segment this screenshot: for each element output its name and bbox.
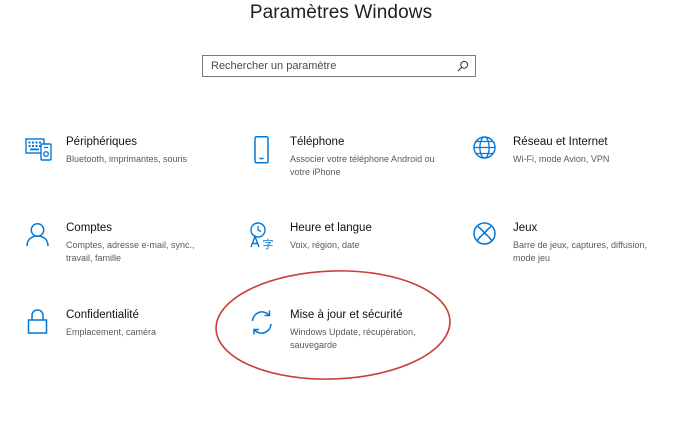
search-input[interactable] (211, 58, 451, 74)
search-icon[interactable] (457, 60, 469, 72)
category-time-language[interactable]: 字 Heure et langue Voix, région, date (249, 222, 439, 282)
category-name: Mise à jour et sécurité (290, 309, 403, 321)
category-phone[interactable]: Téléphone Associer votre téléphone Andro… (249, 136, 439, 196)
page-title: Paramètres Windows (249, 2, 433, 23)
category-description: Associer votre téléphone Android ou votr… (290, 154, 435, 177)
category-accounts[interactable]: Comptes Comptes, adresse e-mail, sync., … (25, 222, 215, 282)
svg-text:字: 字 (263, 237, 274, 251)
category-description: Windows Update, récupération, sauvegarde (290, 327, 416, 350)
category-privacy[interactable]: Confidentialité Emplacement, caméra (25, 309, 215, 369)
category-name: Confidentialité (66, 309, 139, 321)
category-network[interactable]: Réseau et Internet Wi-Fi, mode Avion, VP… (472, 136, 662, 196)
sync-icon (251, 310, 272, 335)
category-description: Emplacement, caméra (66, 327, 157, 337)
category-description: Bluetooth, imprimantes, souris (66, 154, 188, 164)
xbox-icon (473, 222, 496, 245)
category-description: Comptes, adresse e-mail, sync., travail,… (66, 240, 195, 263)
time-language-icon: 字 (250, 222, 274, 251)
search-box[interactable] (202, 55, 476, 77)
category-description: Wi-Fi, mode Avion, VPN (513, 154, 610, 164)
category-update-security[interactable]: Mise à jour et sécurité Windows Update, … (249, 309, 439, 369)
category-name: Réseau et Internet (513, 136, 608, 148)
phone-icon (254, 136, 269, 164)
category-name: Comptes (66, 222, 113, 234)
category-name: Jeux (513, 222, 538, 234)
settings-window: Paramètres Windows Périphériques Bluetoo… (0, 0, 682, 424)
category-description: Voix, région, date (290, 240, 360, 250)
category-description: Barre de jeux, captures, diffusion, mode… (513, 240, 647, 263)
globe-icon (473, 136, 496, 159)
category-gaming[interactable]: Jeux Barre de jeux, captures, diffusion,… (472, 222, 662, 282)
category-name: Heure et langue (290, 222, 372, 234)
lock-icon (27, 309, 48, 334)
category-name: Téléphone (290, 136, 345, 148)
category-devices[interactable]: Périphériques Bluetooth, imprimantes, so… (25, 136, 215, 196)
devices-icon (25, 138, 52, 161)
person-icon (26, 223, 49, 247)
category-name: Périphériques (66, 136, 137, 148)
